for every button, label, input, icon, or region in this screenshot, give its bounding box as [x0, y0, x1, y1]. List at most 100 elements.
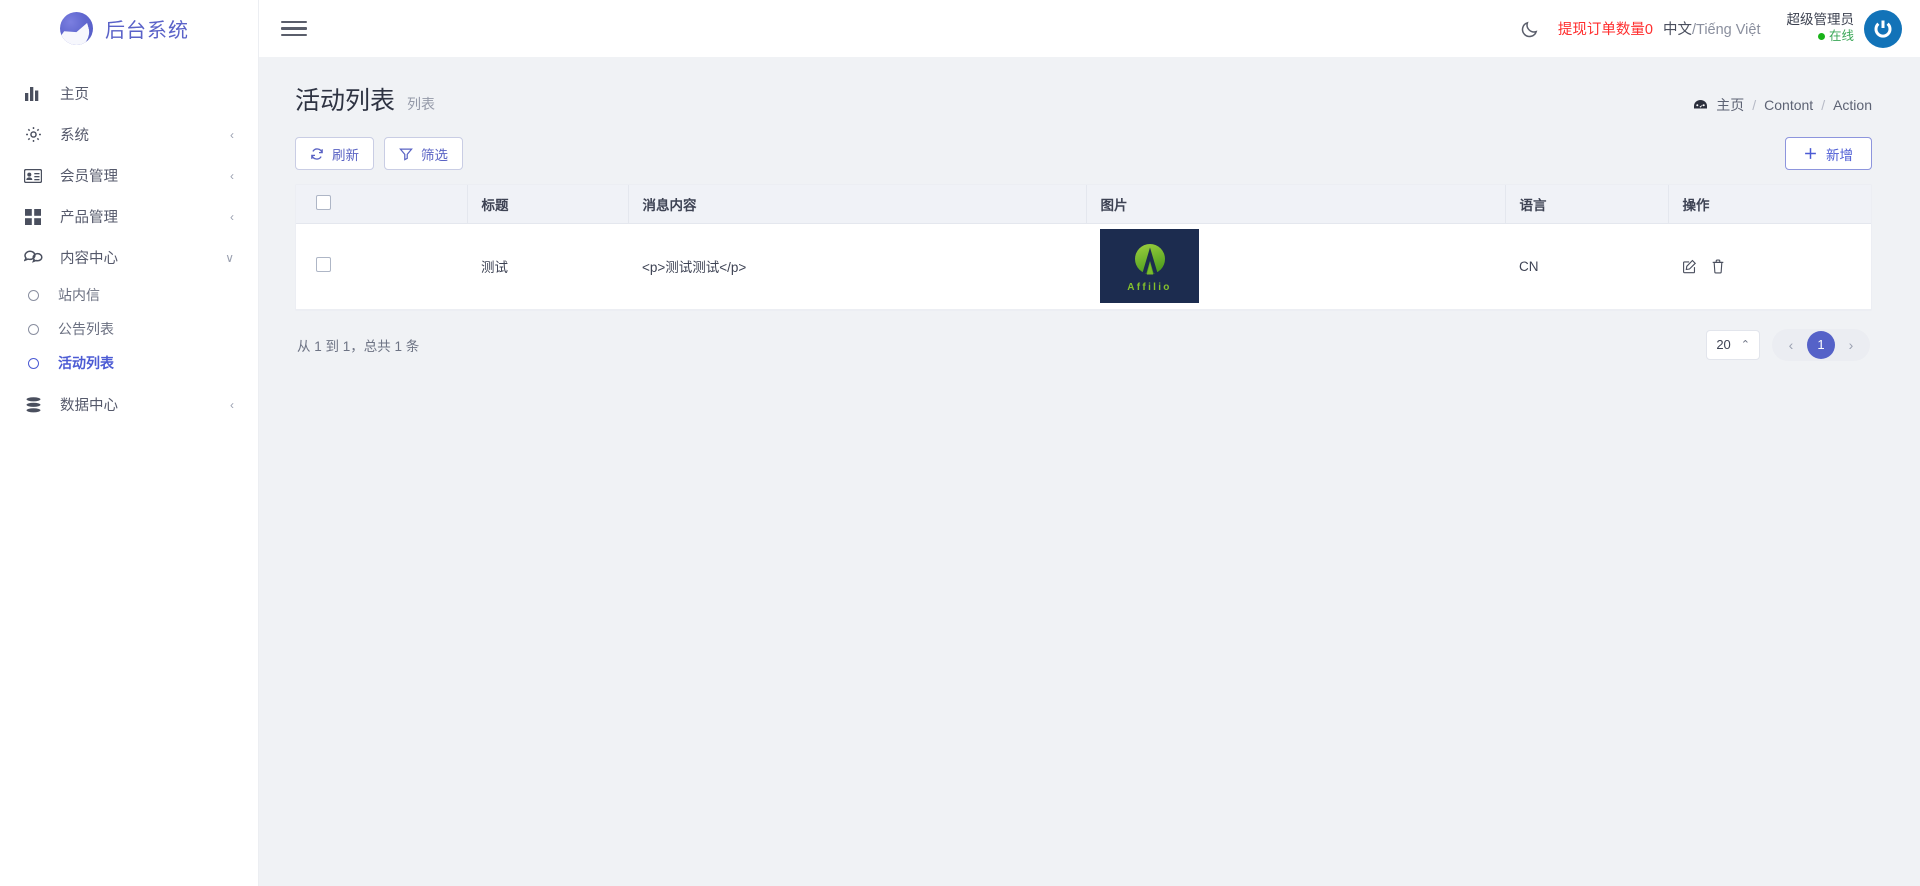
cell-language: CN: [1505, 223, 1668, 310]
sidebar-item-label: 产品管理: [60, 210, 118, 226]
withdraw-order-count[interactable]: 提现订单数量0: [1558, 18, 1653, 39]
funnel-icon: [399, 147, 413, 161]
activity-table: 标题 消息内容 图片 语言 操作 测试 <p>测试测试</p> Affilio …: [296, 185, 1871, 310]
sidebar-item-label: 系统: [60, 128, 89, 144]
breadcrumb-item-contont[interactable]: Contont: [1764, 97, 1813, 113]
sidebar-item-home[interactable]: 主页: [0, 73, 258, 114]
affilio-logo-icon: [1128, 240, 1172, 280]
language-current: 中文: [1662, 22, 1692, 38]
gear-icon: [22, 126, 44, 143]
brand-logo[interactable]: 后台系统: [0, 0, 258, 57]
breadcrumb-separator: /: [1752, 97, 1757, 113]
top-bar: 提现订单数量0 中文/Tiếng Việt 超级管理员 在线: [259, 0, 1920, 57]
chevron-up-icon: ⌃: [1740, 339, 1750, 351]
dashboard-icon: [1693, 99, 1708, 112]
circle-icon: [22, 357, 44, 369]
sidebar-item-label: 主页: [60, 87, 89, 103]
sidebar-subitem-label: 活动列表: [58, 355, 114, 371]
column-select-all: [296, 185, 467, 224]
page-buttons: ‹ 1 ›: [1772, 328, 1870, 361]
database-icon: [22, 396, 44, 413]
table-head: 标题 消息内容 图片 语言 操作: [296, 185, 1871, 224]
breadcrumb: 主页 / Contont / Action: [1693, 81, 1872, 115]
cell-title: 测试: [467, 223, 628, 310]
table-card: 标题 消息内容 图片 语言 操作 测试 <p>测试测试</p> Affilio …: [295, 184, 1872, 311]
sidebar-nav: 主页 系统 ‹ 会员管理 ‹ 产品管理 ‹ 内容中心 ∨ 站内信 公告列表 活动…: [0, 57, 258, 425]
cell-image: Affilio: [1086, 223, 1505, 310]
hamburger-icon[interactable]: [281, 16, 307, 42]
breadcrumb-item-home[interactable]: 主页: [1716, 95, 1744, 115]
column-actions: 操作: [1667, 185, 1871, 224]
row-action-group: [1682, 259, 1857, 274]
column-title: 标题: [466, 185, 628, 224]
user-status: 在线: [1787, 29, 1854, 45]
page-size-select[interactable]: 20 ⌃: [1706, 329, 1760, 360]
affilio-wordmark: Affilio: [1127, 281, 1172, 293]
sidebar-subitem-label: 公告列表: [58, 321, 114, 337]
add-button-label: 新增: [1826, 147, 1853, 163]
page-header: 活动列表 列表 主页 / Contont / Action: [295, 81, 1872, 117]
topbar-right: 提现订单数量0 中文/Tiếng Việt 超级管理员 在线: [1502, 9, 1902, 48]
row-select-cell: [296, 223, 467, 310]
filter-button[interactable]: 筛选: [384, 137, 463, 170]
chevron-left-icon: ‹: [230, 397, 234, 412]
sidebar-item-label: 会员管理: [60, 169, 118, 185]
refresh-button[interactable]: 刷新: [295, 137, 374, 170]
activity-thumbnail[interactable]: Affilio: [1100, 229, 1199, 303]
pagination-info: 从 1 到 1，总共 1 条: [297, 338, 420, 354]
refresh-button-label: 刷新: [332, 147, 359, 163]
id-card-icon: [22, 168, 44, 183]
add-button[interactable]: 新增: [1785, 137, 1872, 170]
user-name: 超级管理员: [1786, 12, 1855, 28]
chevron-left-icon: ‹: [230, 209, 234, 224]
plus-icon: [1804, 147, 1817, 160]
sidebar-subitem-label: 站内信: [58, 287, 100, 303]
sidebar-subitem-activity-list[interactable]: 活动列表: [0, 346, 258, 380]
breadcrumb-separator: /: [1821, 97, 1826, 113]
brand-name: 后台系统: [105, 20, 189, 42]
sidebar-item-members[interactable]: 会员管理 ‹: [0, 155, 258, 196]
filter-button-label: 筛选: [421, 147, 448, 163]
edit-icon[interactable]: [1682, 259, 1697, 274]
language-switcher[interactable]: 中文/Tiếng Việt: [1663, 18, 1761, 39]
main-area: 提现订单数量0 中文/Tiếng Việt 超级管理员 在线 活动列表 列表 主…: [259, 0, 1920, 886]
prev-page-button[interactable]: ‹: [1777, 331, 1805, 359]
sidebar-item-data-center[interactable]: 数据中心 ‹: [0, 384, 258, 425]
moon-icon[interactable]: [1502, 19, 1558, 39]
user-info[interactable]: 超级管理员 在线: [1787, 12, 1855, 45]
delete-icon[interactable]: [1711, 259, 1725, 274]
sidebar-subitem-inbox[interactable]: 站内信: [0, 278, 258, 312]
user-status-label: 在线: [1828, 29, 1854, 44]
sidebar-item-label: 内容中心: [60, 251, 118, 267]
language-alt: Tiếng Việt: [1696, 22, 1761, 38]
chevron-left-icon: ‹: [230, 168, 234, 183]
chat-bubbles-icon: [22, 249, 44, 266]
swoosh-circle-logo-icon: [60, 12, 93, 45]
row-checkbox[interactable]: [316, 257, 331, 272]
table-row: 测试 <p>测试测试</p> Affilio CN: [296, 223, 1871, 310]
table-footer: 从 1 到 1，总共 1 条 20 ⌃ ‹ 1 ›: [295, 311, 1872, 361]
sidebar-item-content-center[interactable]: 内容中心 ∨: [0, 237, 258, 278]
circle-icon: [22, 289, 44, 301]
page-subtitle: 列表: [407, 96, 436, 112]
chevron-down-icon: ∨: [225, 250, 234, 265]
toolbar: 刷新 筛选 新增: [295, 137, 1872, 170]
avatar[interactable]: [1864, 9, 1902, 48]
column-image: 图片: [1085, 185, 1505, 224]
sidebar-item-system[interactable]: 系统 ‹: [0, 114, 258, 155]
chevron-left-icon: ‹: [230, 127, 234, 142]
toolbar-buttons: 刷新 筛选: [295, 137, 463, 170]
select-all-checkbox[interactable]: [316, 194, 331, 210]
breadcrumb-item-action[interactable]: Action: [1833, 97, 1872, 113]
table-header-row: 标题 消息内容 图片 语言 操作: [296, 185, 1871, 224]
table-body: 测试 <p>测试测试</p> Affilio CN: [296, 223, 1871, 310]
online-dot-icon: [1817, 33, 1825, 41]
app-root: 后台系统 主页 系统 ‹ 会员管理 ‹ 产品管理 ‹ 内容中心 ∨ 站内信 公告…: [0, 0, 1920, 886]
next-page-button[interactable]: ›: [1837, 331, 1865, 359]
content-area: 活动列表 列表 主页 / Contont / Action 刷新 筛选 新增 标…: [259, 57, 1920, 886]
sidebar-subitem-announcements[interactable]: 公告列表: [0, 312, 258, 346]
sidebar: 后台系统 主页 系统 ‹ 会员管理 ‹ 产品管理 ‹ 内容中心 ∨ 站内信 公告…: [0, 0, 259, 886]
page-button-1[interactable]: 1: [1807, 330, 1835, 359]
sidebar-item-products[interactable]: 产品管理 ‹: [0, 196, 258, 237]
refresh-icon: [310, 147, 324, 161]
